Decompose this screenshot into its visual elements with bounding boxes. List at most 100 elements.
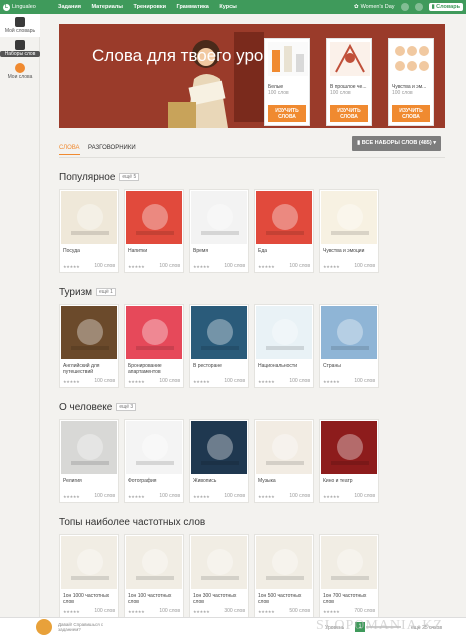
word-set-image <box>256 191 312 244</box>
sections-container: Популярное ещё 5 Посуда ★★★★★ 100 слов Напитк… <box>59 171 445 618</box>
word-set-name: Английский для путешествий <box>63 363 100 375</box>
book-icon <box>15 17 25 27</box>
study-words-button[interactable]: ИЗУЧИТЬ СЛОВА <box>392 105 430 122</box>
nav-materials[interactable]: Материалы <box>92 4 123 10</box>
word-set-card[interactable]: 1он 100 частотных слов ★★★★★ 100 слов <box>124 534 184 618</box>
avatar[interactable] <box>414 3 423 11</box>
past-illustration <box>330 42 370 76</box>
word-set-cards: 1он 1000 частотных слов ★★★★★ 100 слов 1он … <box>59 534 445 618</box>
word-set-card[interactable]: Английский для путешествий ★★★★★ 100 слов <box>59 304 119 388</box>
difficulty-stars: ★★★★★ <box>193 379 210 384</box>
main-nav: Задания Материалы Тренировки Грамматика … <box>58 4 246 10</box>
word-set-card[interactable]: Живопись ★★★★★ 100 слов <box>189 419 249 503</box>
word-set-card[interactable]: 1он 500 частотных слов ★★★★★ 500 слов <box>254 534 314 618</box>
word-set-card[interactable]: Чувства и эмоции ★★★★★ 100 слов <box>319 189 379 273</box>
difficulty-stars: ★★★★★ <box>323 379 340 384</box>
word-count: 100 слов <box>289 378 310 384</box>
study-words-button[interactable]: ИЗУЧИТЬ СЛОВА <box>330 105 368 122</box>
section-title[interactable]: Туризм <box>59 287 92 298</box>
difficulty-stars: ★★★★★ <box>128 264 145 269</box>
word-set-name: 1он 700 частотных слов <box>323 593 367 605</box>
difficulty-stars: ★★★★★ <box>63 379 80 384</box>
word-count: 100 слов <box>94 263 115 269</box>
word-set-card[interactable]: 1он 300 частотных слов ★★★★★ 300 слов <box>189 534 249 618</box>
nav-courses[interactable]: Курсы <box>219 4 236 10</box>
section-header: Топы наиболее частотных слов <box>59 516 445 528</box>
word-set-image <box>321 306 377 359</box>
word-set-card[interactable]: Бронирование апартаментов ★★★★★ 100 слов <box>124 304 184 388</box>
word-set-card[interactable]: Национальности ★★★★★ 100 слов <box>254 304 314 388</box>
word-count: 300 слов <box>224 608 245 614</box>
word-set-name: Религия <box>63 478 82 484</box>
word-set-card[interactable]: В ресторане ★★★★★ 100 слов <box>189 304 249 388</box>
word-set-card[interactable]: Кино и театр ★★★★★ 100 слов <box>319 419 379 503</box>
word-set-name: Кино и театр <box>323 478 353 484</box>
word-set-image <box>256 306 312 359</box>
word-count: 100 слов <box>289 263 310 269</box>
word-set-name: Национальности <box>258 363 298 369</box>
show-more-button[interactable]: ещё 1 <box>96 288 116 296</box>
word-set-card[interactable]: Время ★★★★★ 100 слов <box>189 189 249 273</box>
logo[interactable]: L Lingualeo <box>3 3 58 11</box>
sidebar-item-label: Наборы слов <box>0 51 40 57</box>
banner-card-count: 100 слов <box>268 90 289 96</box>
reading-girl-illustration <box>164 24 274 128</box>
show-more-button[interactable]: ещё 3 <box>116 403 137 411</box>
difficulty-stars: ★★★★★ <box>193 609 210 614</box>
binoculars-icon <box>15 40 25 50</box>
word-count: 100 слов <box>354 493 375 499</box>
show-more-button[interactable]: ещё 5 <box>119 173 140 181</box>
sidebar-item-my-words[interactable]: Мои слова <box>0 60 40 83</box>
difficulty-stars: ★★★★★ <box>323 494 340 499</box>
word-set-card[interactable]: Религия ★★★★★ 100 слов <box>59 419 119 503</box>
word-set-image <box>256 536 312 589</box>
difficulty-stars: ★★★★★ <box>258 264 275 269</box>
tab-phrasebooks[interactable]: РАЗГОВОРНИКИ <box>88 145 136 151</box>
difficulty-stars: ★★★★★ <box>128 609 145 614</box>
word-set-card[interactable]: Напитки ★★★★★ 100 слов <box>124 189 184 273</box>
section-title[interactable]: О человеке <box>59 402 112 413</box>
section-header: Популярное ещё 5 <box>59 171 445 183</box>
word-set-card[interactable]: 1он 700 частотных слов ★★★★★ 700 слов <box>319 534 379 618</box>
difficulty-stars: ★★★★★ <box>193 264 210 269</box>
word-count: 100 слов <box>94 378 115 384</box>
all-word-sets-dropdown[interactable]: ▮ ВСЕ НАБОРЫ СЛОВ (485) ▾ <box>352 136 441 151</box>
word-set-name: 1он 100 частотных слов <box>128 593 172 605</box>
difficulty-stars: ★★★★★ <box>63 609 80 614</box>
banner-card[interactable]: Белые 100 слов ИЗУЧИТЬ СЛОВА <box>264 38 310 126</box>
notifications-icon[interactable] <box>400 3 409 11</box>
flower-icon: ✿ <box>353 4 359 10</box>
top-nav-bar: L Lingualeo Задания Материалы Тренировки… <box>0 0 466 14</box>
all-word-sets-label: ВСЕ НАБОРЫ СЛОВ (485) <box>361 140 432 146</box>
event-link[interactable]: ✿ Women's Day <box>354 4 395 10</box>
banner-card-count: 100 слов <box>392 90 413 96</box>
nav-trainings[interactable]: Тренировки <box>133 4 166 10</box>
lion-logo-icon: L <box>3 3 10 11</box>
section-header: О человеке ещё 3 <box>59 401 445 413</box>
section-title[interactable]: Топы наиболее частотных слов <box>59 517 205 528</box>
word-set-card[interactable]: Страны ★★★★★ 100 слов <box>319 304 379 388</box>
word-set-card[interactable]: Посуда ★★★★★ 100 слов <box>59 189 119 273</box>
word-set-card[interactable]: Фотография ★★★★★ 100 слов <box>124 419 184 503</box>
section-title[interactable]: Популярное <box>59 172 115 183</box>
dictionary-button[interactable]: ▮ Словарь <box>428 3 463 11</box>
sidebar-item-label: Мои слова <box>7 74 33 80</box>
word-count: 100 слов <box>159 493 180 499</box>
banner-card[interactable]: В прошлое че... 100 слов ИЗУЧИТЬ СЛОВА <box>326 38 372 126</box>
nav-tasks[interactable]: Задания <box>58 4 81 10</box>
main-content: Слова для твоего уровня Белые 100 слов И… <box>59 24 445 618</box>
nav-grammar[interactable]: Грамматика <box>177 4 209 10</box>
sidebar-item-word-sets[interactable]: Наборы слов <box>0 37 40 60</box>
study-words-button[interactable]: ИЗУЧИТЬ СЛОВА <box>268 105 306 122</box>
word-set-image <box>191 536 247 589</box>
word-set-card[interactable]: 1он 1000 частотных слов ★★★★★ 100 слов <box>59 534 119 618</box>
word-set-image <box>126 191 182 244</box>
tab-words[interactable]: СЛОВА <box>59 145 80 155</box>
sidebar-item-my-dictionary[interactable]: Мой словарь <box>0 14 40 37</box>
word-set-image <box>191 191 247 244</box>
word-set-card[interactable]: Музыка ★★★★★ 100 слов <box>254 419 314 503</box>
word-set-card[interactable]: Еда ★★★★★ 100 слов <box>254 189 314 273</box>
banner-card[interactable]: Чувства и эм... 100 слов ИЗУЧИТЬ СЛОВА <box>388 38 434 126</box>
mascot-message: Давай! Справишься с заданием? <box>58 622 104 632</box>
lion-mascot-icon[interactable] <box>36 619 52 635</box>
